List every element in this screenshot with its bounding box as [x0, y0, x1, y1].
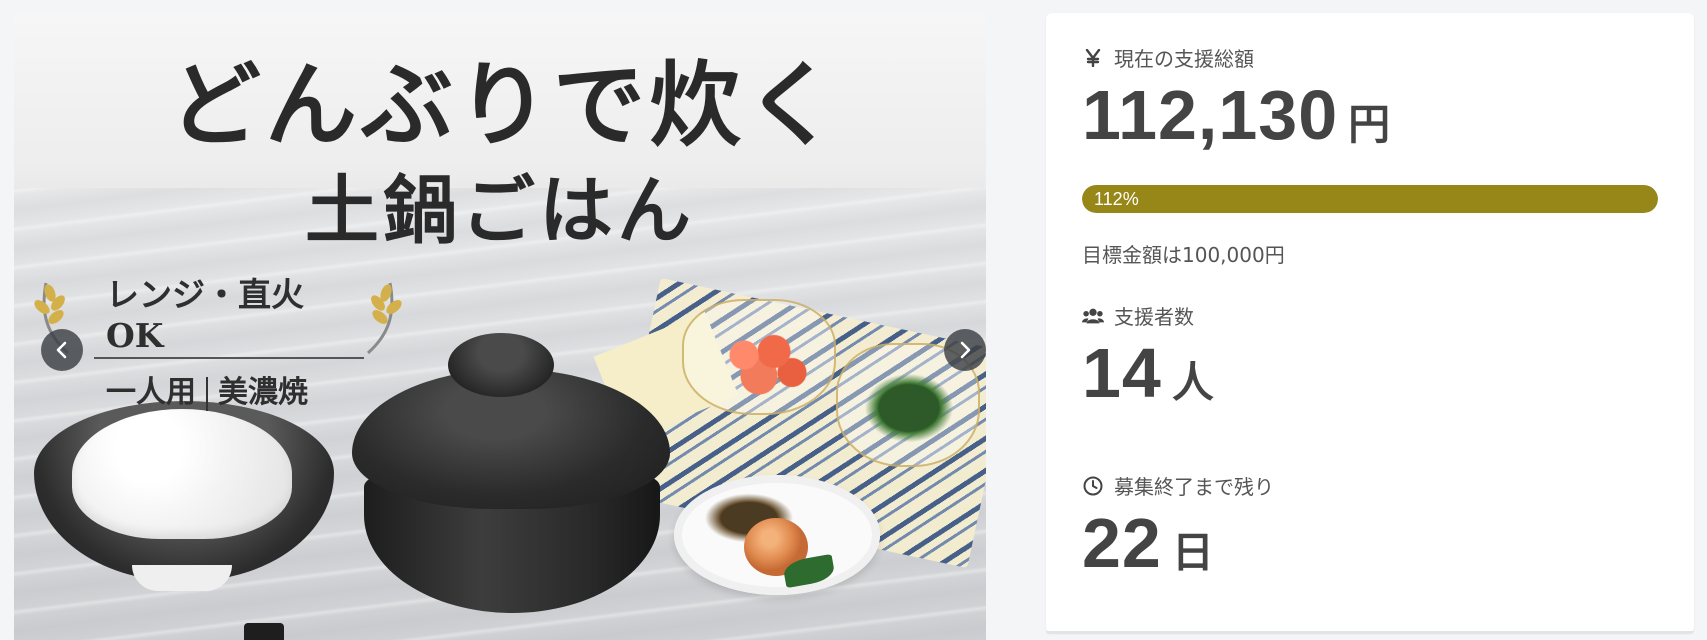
cooked-rice [72, 409, 292, 539]
badge-single-serving: 一人用 [106, 375, 196, 410]
yen-icon [1082, 47, 1104, 69]
carousel-prev-button[interactable] [41, 329, 83, 371]
chopstick-rest [244, 623, 284, 640]
remaining-days: 22 日 [1082, 503, 1214, 583]
chevron-right-icon [960, 341, 971, 359]
rice-bowl-foot [132, 565, 232, 591]
backers-count-value: 14 [1082, 334, 1162, 412]
feature-badge: レンジ・直火OK 一人用 美濃焼 [94, 268, 364, 411]
badge-mino-ware: 美濃焼 [218, 375, 308, 410]
total-amount: 112,130 円 [1082, 75, 1390, 155]
badge-line1: レンジ・直火OK [94, 268, 364, 359]
backers-label: 支援者数 [1114, 305, 1194, 329]
tomato-pieces [714, 327, 814, 397]
funding-progress-bar: 112% [1082, 185, 1658, 213]
carousel-next-button[interactable] [944, 329, 986, 371]
backers-count-unit: 人 [1171, 358, 1214, 407]
total-amount-value: 112,130 [1082, 76, 1339, 154]
backers-label-row: 支援者数 [1082, 301, 1194, 330]
donabe-lid-knob [448, 333, 554, 397]
remaining-days-value: 22 [1082, 504, 1162, 582]
funding-progress-fill: 112% [1082, 185, 1658, 213]
funding-stats-card: 現在の支援総額 112,130 円 112% 目標金額は100,000円 支援者… [1046, 13, 1694, 633]
remaining-label-row: 募集終了まで残り [1082, 471, 1274, 500]
spinach-greens [864, 373, 954, 443]
remaining-days-unit: 日 [1171, 528, 1214, 577]
funding-progress-label: 112% [1094, 188, 1139, 209]
badge-line2: 一人用 美濃焼 [94, 367, 364, 411]
badge-separator [206, 377, 208, 411]
goal-amount-text: 目標金額は100,000円 [1082, 243, 1285, 267]
stats-card-bottom-edge [1046, 631, 1694, 634]
backers-count: 14 人 [1082, 333, 1214, 413]
chevron-left-icon [56, 341, 67, 359]
wheat-right-icon [366, 282, 402, 355]
total-amount-label: 現在の支援総額 [1114, 47, 1254, 71]
project-hero-image[interactable]: どんぶりで炊く 土鍋ごはん レンジ・直火OK 一人用 美濃焼 [14, 13, 986, 640]
hero-title-line1: どんぶりで炊く [168, 51, 841, 159]
remaining-label: 募集終了まで残り [1114, 475, 1274, 499]
clock-icon [1082, 475, 1104, 497]
total-amount-label-row: 現在の支援総額 [1082, 43, 1254, 72]
hero-title-line2: 土鍋ごはん [305, 168, 695, 254]
total-amount-unit: 円 [1348, 100, 1391, 149]
users-icon [1082, 305, 1104, 327]
